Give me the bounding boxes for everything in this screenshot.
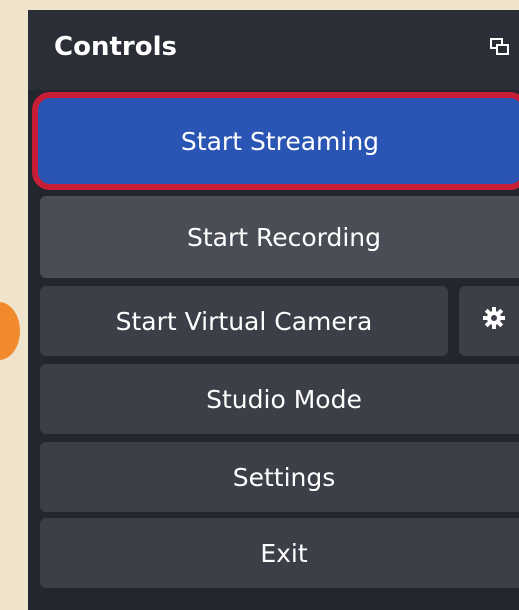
settings-label: Settings [232, 462, 336, 492]
annotation-marker [0, 302, 20, 360]
start-recording-label: Start Recording [186, 222, 382, 252]
dock-header: Controls [28, 10, 519, 90]
controls-dock: Controls Start Streaming Start Recording… [28, 10, 519, 610]
start-streaming-label: Start Streaming [180, 126, 380, 156]
studio-mode-button[interactable]: Studio Mode [40, 364, 519, 434]
settings-button[interactable]: Settings [40, 442, 519, 512]
gear-icon [482, 306, 506, 336]
exit-button[interactable]: Exit [40, 518, 519, 588]
dock-title: Controls [54, 32, 177, 62]
start-virtual-camera-label: Start Virtual Camera [115, 306, 373, 336]
start-streaming-button[interactable]: Start Streaming [32, 92, 519, 190]
undock-window-icon[interactable] [490, 38, 510, 58]
start-virtual-camera-button[interactable]: Start Virtual Camera [40, 286, 448, 356]
studio-mode-label: Studio Mode [206, 384, 362, 414]
exit-label: Exit [260, 538, 308, 568]
virtual-camera-settings-button[interactable] [459, 286, 519, 356]
start-recording-button[interactable]: Start Recording [40, 196, 519, 278]
